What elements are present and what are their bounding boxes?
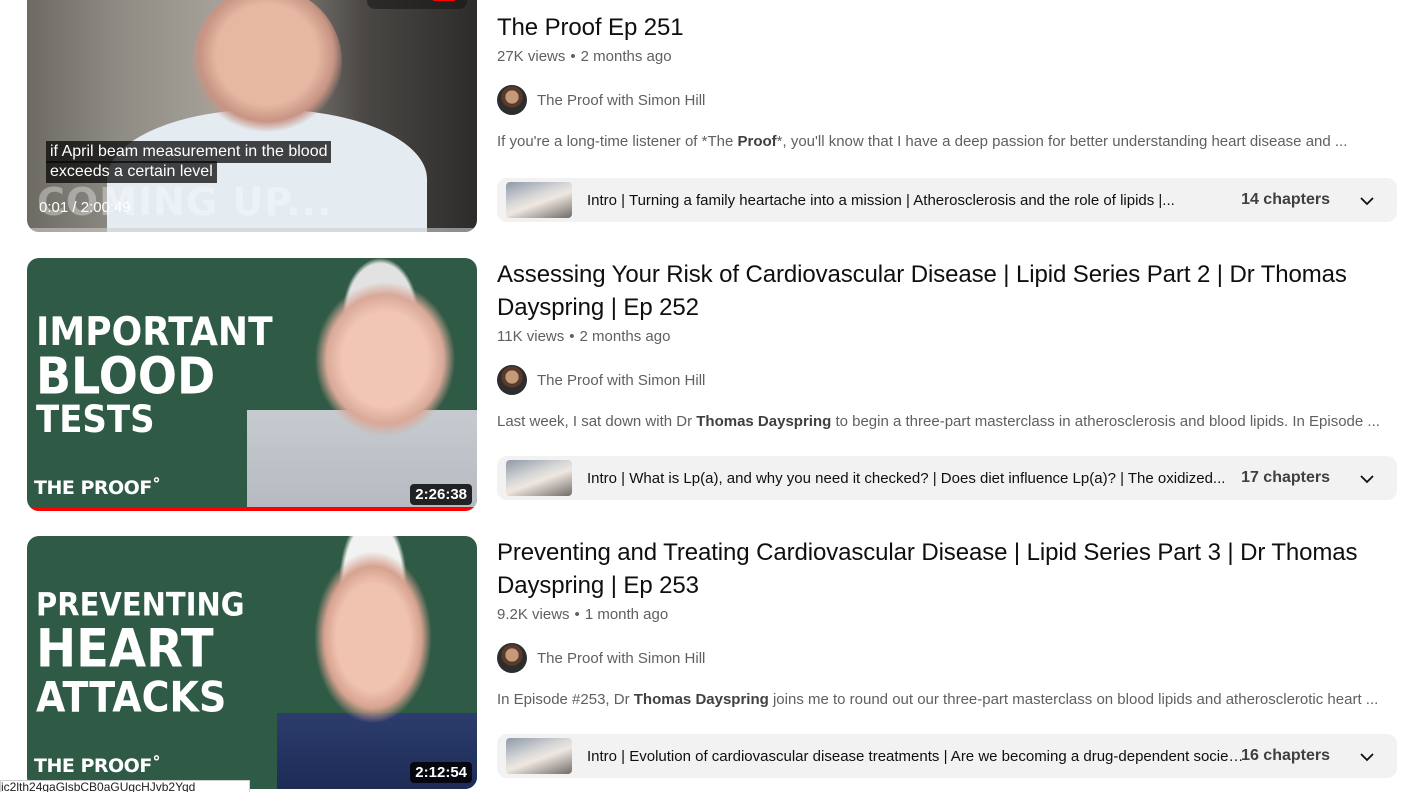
- chapters-bar[interactable]: Intro | What is Lp(a), and why you need …: [497, 456, 1397, 500]
- chevron-down-icon[interactable]: [1357, 469, 1377, 489]
- watched-progress-bar: [27, 507, 477, 511]
- video-title[interactable]: Assessing Your Risk of Cardiovascular Di…: [497, 258, 1397, 324]
- channel-name[interactable]: The Proof with Simon Hill: [537, 92, 705, 109]
- channel-avatar[interactable]: [497, 643, 527, 673]
- view-count: 27K views: [497, 48, 566, 65]
- video-info: The Proof Ep 251 27K views • 2 months ago …: [497, 11, 1397, 150]
- channel-link[interactable]: The Proof with Simon Hill: [497, 643, 1397, 673]
- video-description: If you're a long-time listener of *The P…: [497, 133, 1348, 150]
- caption-line-1: if April beam measurement in the blood: [46, 141, 332, 163]
- view-count: 9.2K views: [497, 606, 570, 623]
- channel-avatar[interactable]: [497, 365, 527, 395]
- video-metadata: 27K views • 2 months ago: [497, 48, 672, 65]
- chapter-list-text: Intro | Turning a family heartache into …: [587, 191, 1175, 209]
- guest-photo: [277, 536, 477, 789]
- video-duration: 2:26:38: [410, 484, 472, 505]
- video-info: Assessing Your Risk of Cardiovascular Di…: [497, 258, 1397, 430]
- chapter-count: 16 chapters: [1241, 747, 1330, 764]
- chapter-thumbnail: [506, 738, 572, 774]
- video-info: Preventing and Treating Cardiovascular D…: [497, 536, 1397, 708]
- thumbnail-headline-3: TESTS: [36, 398, 155, 442]
- chapter-list-text: Intro | What is Lp(a), and why you need …: [587, 469, 1226, 487]
- channel-name[interactable]: The Proof with Simon Hill: [537, 372, 705, 389]
- chevron-down-icon[interactable]: [1357, 747, 1377, 767]
- upload-age: 2 months ago: [580, 48, 672, 65]
- channel-avatar[interactable]: [497, 85, 527, 115]
- video-thumbnail[interactable]: IMPORTANT BLOOD TESTS THE PROOF˚ 2:26:38: [27, 258, 477, 511]
- channel-link[interactable]: The Proof with Simon Hill: [497, 365, 1397, 395]
- view-count: 11K views: [497, 328, 565, 345]
- channel-link[interactable]: The Proof with Simon Hill: [497, 85, 1397, 115]
- video-thumbnail-playing[interactable]: CC COMING UP... if April beam measuremen…: [27, 0, 477, 232]
- chapters-bar[interactable]: Intro | Evolution of cardiovascular dise…: [497, 734, 1397, 778]
- upload-age: 1 month ago: [584, 606, 669, 623]
- chapter-count: 17 chapters: [1241, 469, 1330, 486]
- captions-active-indicator: [433, 0, 455, 1]
- search-results-page: CC COMING UP... if April beam measuremen…: [0, 0, 1412, 792]
- playback-time: 0:01 / 2:00:49: [39, 199, 131, 216]
- the-proof-logo: THE PROOF˚: [34, 755, 161, 777]
- video-title[interactable]: Preventing and Treating Cardiovascular D…: [497, 536, 1397, 602]
- video-duration: 2:12:54: [410, 762, 472, 783]
- upload-age: 2 months ago: [579, 328, 671, 345]
- thumbnail-headline-2: BLOOD: [36, 346, 216, 406]
- thumbnail-headline-2: HEART: [36, 618, 214, 680]
- video-metadata: 9.2K views • 1 month ago: [497, 606, 669, 623]
- muted-speaker-icon[interactable]: [381, 0, 403, 1]
- channel-name[interactable]: The Proof with Simon Hill: [537, 650, 705, 667]
- video-title[interactable]: The Proof Ep 251: [497, 11, 1397, 44]
- link-status-bar: ic2lth24gaGlsbCB0aGUgcHJvb2Yqd: [0, 780, 250, 792]
- chapters-bar[interactable]: Intro | Turning a family heartache into …: [497, 178, 1397, 222]
- chapter-thumbnail: [506, 460, 572, 496]
- the-proof-logo: THE PROOF˚: [34, 477, 161, 499]
- player-controls: CC: [367, 0, 467, 9]
- chapter-list-text: Intro | Evolution of cardiovascular dise…: [587, 747, 1247, 765]
- progress-bar[interactable]: [27, 228, 477, 232]
- video-description: In Episode #253, Dr Thomas Dayspring joi…: [497, 691, 1379, 708]
- caption-line-2: exceeds a certain level: [46, 161, 217, 183]
- video-metadata: 11K views • 2 months ago: [497, 328, 671, 345]
- chevron-down-icon[interactable]: [1357, 191, 1377, 211]
- video-description: Last week, I sat down with Dr Thomas Day…: [497, 413, 1380, 430]
- video-thumbnail[interactable]: PREVENTING HEART ATTACKS THE PROOF˚ 2:12…: [27, 536, 477, 789]
- guest-photo: [247, 258, 477, 511]
- chapter-count: 14 chapters: [1241, 191, 1330, 208]
- chapter-thumbnail: [506, 182, 572, 218]
- thumbnail-headline-3: ATTACKS: [36, 673, 227, 722]
